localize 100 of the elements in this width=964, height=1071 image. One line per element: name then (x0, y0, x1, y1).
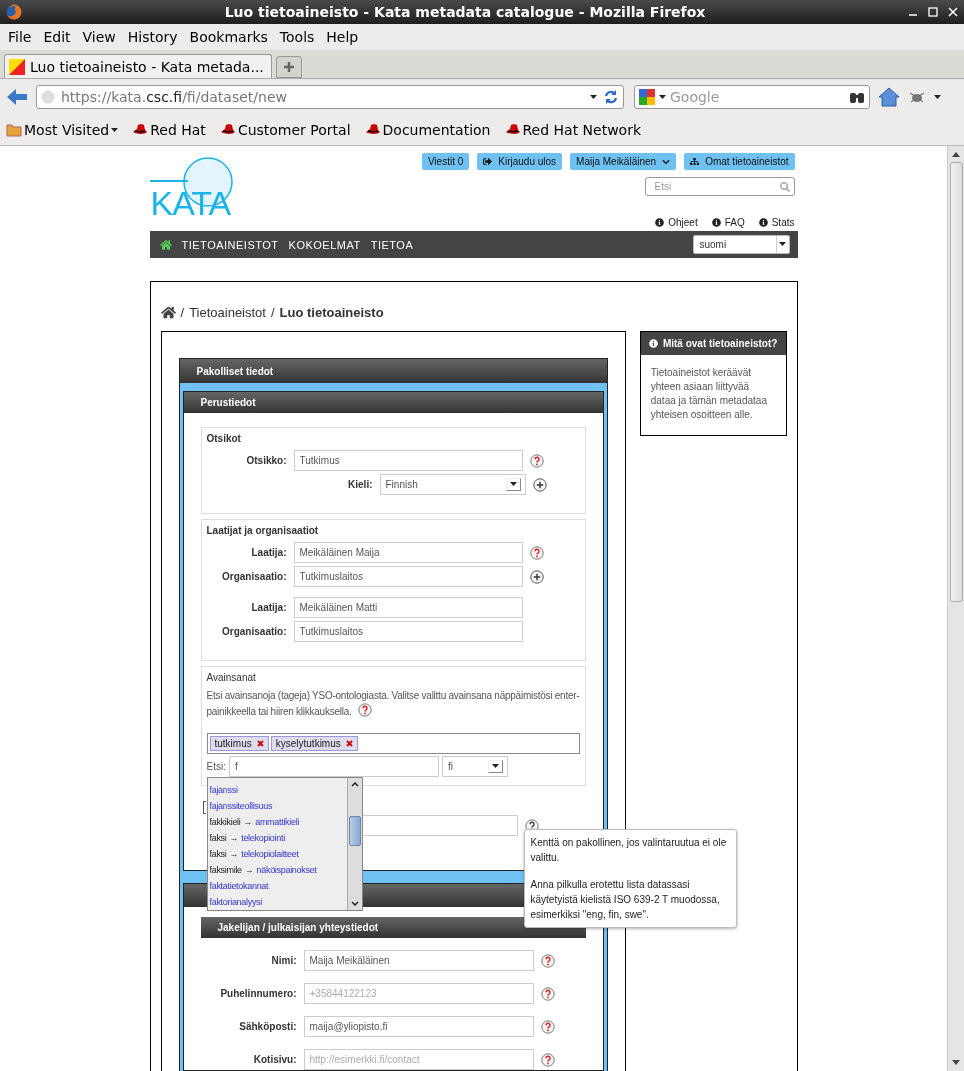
scroll-down-icon[interactable] (952, 1060, 960, 1066)
help-icon[interactable] (529, 453, 544, 468)
help-link[interactable]: Stats (758, 217, 795, 228)
home-icon[interactable] (878, 87, 900, 107)
hat-icon (364, 123, 381, 137)
suggestion-item[interactable]: faktorianalyysi (207, 894, 347, 910)
caret-icon (509, 482, 517, 487)
menu-item[interactable]: Help (320, 29, 365, 45)
info-icon (758, 218, 768, 227)
text-field[interactable]: Tutkimuslaitos (293, 621, 523, 642)
text-field[interactable]: Maija Meikäläinen (303, 950, 534, 971)
bookmark-item[interactable]: Red Hat Network (504, 122, 642, 138)
suggestion-item[interactable]: faksi → telekopiolaitteet (207, 846, 347, 862)
help-icon[interactable] (540, 1052, 555, 1067)
address-bar[interactable]: https://kata.csc.fi/fi/dataset/new (36, 85, 624, 109)
search-engine-icon (639, 89, 655, 105)
binoculars-icon[interactable] (849, 90, 865, 104)
home-icon[interactable] (159, 238, 172, 251)
help-icon[interactable] (540, 986, 555, 1001)
text-field[interactable]: +35844122123 (303, 983, 534, 1004)
add-icon[interactable] (532, 477, 547, 492)
caret-icon (659, 94, 666, 100)
text-field[interactable]: http://esimerkki.fi/contact (303, 1049, 534, 1070)
field-label: Puhelinnumero: (219, 988, 297, 999)
help-link[interactable]: Ohjeet (655, 217, 698, 228)
browser-tab[interactable]: Luo tietoaineisto - Kata metada... (4, 54, 272, 78)
scroll-up-icon[interactable] (952, 151, 960, 157)
text-field[interactable] (361, 815, 518, 836)
nav-link[interactable]: TIETOAINEISTOT (181, 238, 279, 251)
suggestion-item[interactable]: fakkikieli → ammattikieli (207, 814, 347, 830)
page-scrollbar[interactable] (947, 146, 964, 1071)
keyword-tag: tutkimus (209, 736, 269, 751)
fieldset-legend: Laatijat ja organisaatiot (206, 525, 580, 536)
add-icon[interactable] (529, 569, 544, 584)
header-button[interactable]: Kirjaudu ulos (477, 153, 563, 170)
menu-item[interactable]: File (2, 29, 38, 45)
help-icon[interactable] (529, 545, 544, 560)
text-field[interactable]: maija@yliopisto.fi (303, 1016, 534, 1037)
text-field[interactable]: Tutkimus (293, 450, 523, 471)
checkbox-edge[interactable] (202, 801, 206, 814)
scroll-thumb[interactable] (348, 816, 361, 846)
bookmark-item[interactable]: Documentation (364, 122, 491, 138)
field-label: Sähköposti: (238, 1021, 297, 1032)
nav-link[interactable]: TIETOA (370, 238, 414, 251)
text-field[interactable]: Meikäläinen Matti (293, 597, 523, 618)
window-title: Luo tietoaineisto - Kata metadata catalogue - Mozilla Firefox (223, 4, 707, 20)
field-label: Laatija: (250, 547, 287, 558)
back-arrow-icon[interactable] (6, 87, 28, 107)
maximize-icon[interactable] (928, 7, 938, 17)
sign-out-icon (483, 157, 493, 166)
home-icon[interactable] (160, 304, 176, 320)
remove-icon[interactable] (345, 740, 353, 747)
text-field[interactable]: Meikäläinen Maija (293, 542, 523, 563)
tag-field[interactable]: tutkimus kyselytutkimus (206, 733, 580, 754)
bookmark-item[interactable]: Most Visited (6, 122, 119, 138)
help-icon[interactable] (358, 703, 373, 717)
nav-link[interactable]: KOKOELMAT (288, 238, 361, 251)
hat-icon (132, 123, 149, 137)
hat-icon (504, 123, 521, 137)
breadcrumb-link[interactable]: Tietoaineistot (189, 304, 266, 320)
language-select[interactable]: suomi (692, 235, 790, 254)
menu-item[interactable]: Bookmarks (183, 29, 274, 45)
reload-icon[interactable] (603, 89, 619, 105)
breadcrumb-link[interactable]: Luo tietoaineisto (279, 304, 384, 320)
suggestion-item[interactable]: fajanssiteollisuus (207, 798, 347, 814)
suggestion-item[interactable]: fajanssi (207, 782, 347, 798)
bookmark-item[interactable]: Red Hat (132, 122, 206, 138)
help-icon[interactable] (540, 953, 555, 968)
keyword-search-field[interactable]: f (228, 756, 439, 777)
new-tab-button[interactable] (276, 56, 302, 78)
caret-icon (934, 94, 941, 100)
help-link[interactable]: FAQ (711, 217, 745, 228)
header-button[interactable]: Viestit 0 (421, 153, 470, 170)
close-icon[interactable] (948, 7, 958, 17)
suggestion-item[interactable]: faksi → telekopiointi (207, 830, 347, 846)
language-select[interactable]: fi (441, 756, 508, 777)
caret-icon (111, 127, 119, 133)
menu-item[interactable]: History (121, 29, 184, 45)
bookmark-item[interactable]: Customer Portal (219, 122, 351, 138)
keyword-tag: kyselytutkimus (270, 736, 358, 751)
header-button[interactable]: Omat tietoaineistot (684, 153, 795, 170)
menu-item[interactable]: Tools (273, 29, 321, 45)
list-scrollbar[interactable] (346, 778, 362, 910)
favicon-icon (9, 58, 25, 75)
scroll-thumb[interactable] (949, 162, 963, 602)
info-icon (655, 218, 665, 227)
chevron-down-icon (662, 157, 671, 166)
menu-item[interactable]: Edit (37, 29, 77, 45)
suggestion-item[interactable]: faksimile → näköispainokset (207, 862, 347, 878)
fieldset-legend: Otsikot (206, 433, 580, 444)
remove-icon[interactable] (256, 740, 264, 747)
text-field[interactable]: Tutkimuslaitos (293, 566, 523, 587)
select-field[interactable]: Finnish (379, 474, 526, 495)
field-label: Otsikko: (245, 455, 287, 466)
plus-icon (283, 61, 295, 73)
help-icon[interactable] (540, 1019, 555, 1034)
bug-icon[interactable] (908, 90, 926, 104)
header-button[interactable]: Maija Meikäläinen (570, 153, 677, 170)
menu-item[interactable]: View (76, 29, 122, 45)
suggestion-item[interactable]: faktatietokannat (207, 878, 347, 894)
